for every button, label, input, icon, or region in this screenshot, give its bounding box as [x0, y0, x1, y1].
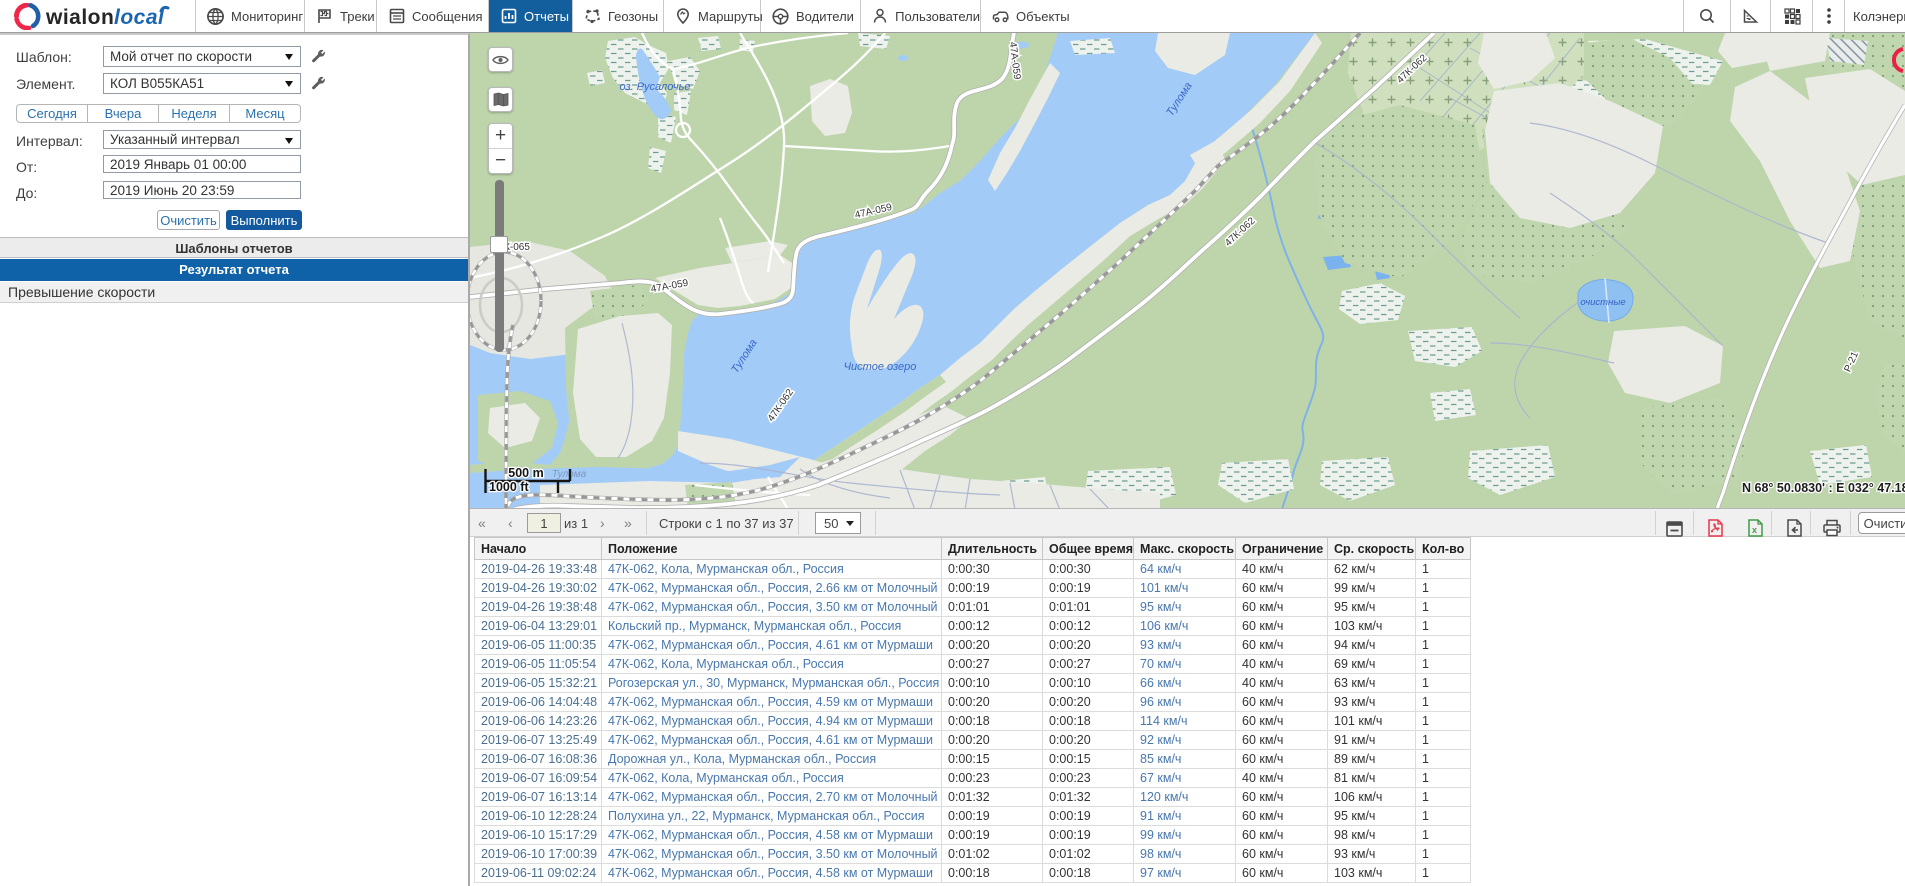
svg-text:1000 ft: 1000 ft	[489, 480, 529, 494]
svg-text:К-065: К-065	[504, 242, 530, 253]
svg-text:x: x	[1752, 525, 1757, 535]
svg-text:wialon: wialon	[45, 6, 114, 29]
svg-text:Чистое озеро: Чистое озеро	[844, 361, 917, 373]
svg-text:500 m: 500 m	[508, 466, 543, 480]
svg-text:local: local	[114, 6, 165, 29]
svg-text:очистные: очистные	[1580, 297, 1625, 308]
svg-text:оз. Русалочье: оз. Русалочье	[620, 81, 691, 93]
svg-text:N 68° 50.0830' : E 032° 47.18: N 68° 50.0830' : E 032° 47.18	[1742, 481, 1905, 495]
